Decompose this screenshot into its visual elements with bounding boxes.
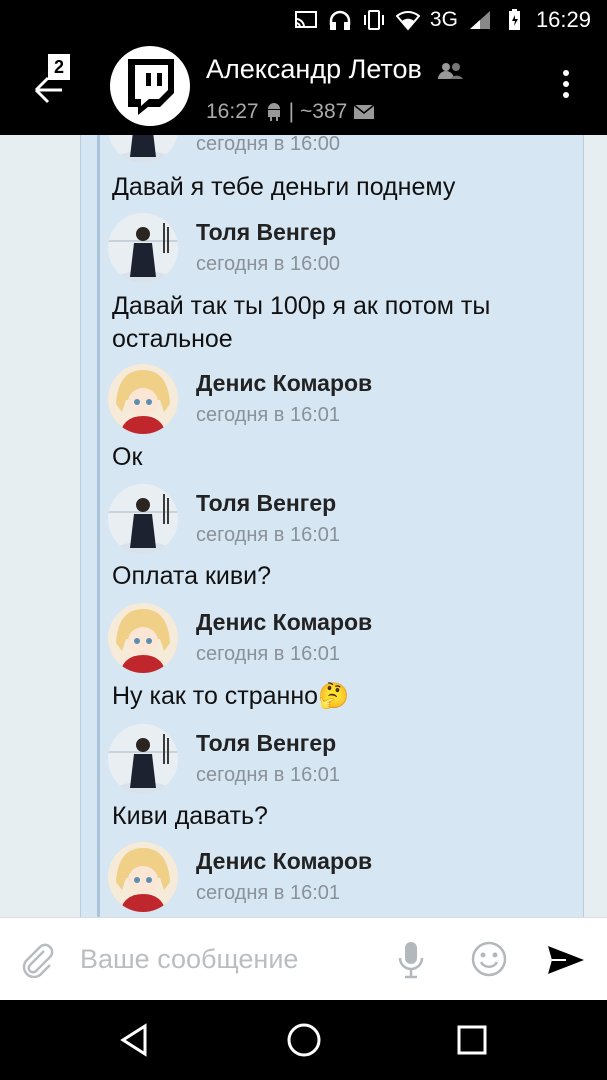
attach-icon[interactable] [20, 942, 54, 978]
message-text: Ок [112, 443, 143, 471]
wifi-icon [395, 11, 420, 31]
smile-icon[interactable] [470, 940, 508, 978]
more-icon[interactable] [561, 70, 571, 106]
avatar[interactable] [108, 724, 178, 794]
message-author[interactable]: Толя Венгер [196, 730, 336, 757]
system-nav-bar [0, 1000, 607, 1080]
cast-icon [294, 11, 317, 28]
message-author[interactable]: Толя Венгер [196, 219, 336, 246]
message-header: Денис Комаров сегодня в 16:01 [108, 603, 568, 675]
message-timestamp: сегодня в 16:00 [196, 135, 340, 155]
nav-home-icon[interactable] [284, 1020, 324, 1060]
message-composer: Ваше сообщение [0, 917, 607, 1000]
message-header: Толя Венгер сегодня в 16:01 [108, 724, 568, 796]
message-timestamp: сегодня в 16:01 [196, 524, 340, 546]
twitch-logo-icon [128, 59, 174, 115]
mail-icon [353, 104, 375, 119]
status-icons: 3G 16:29 [294, 6, 591, 34]
message-author[interactable]: Денис Комаров [196, 370, 372, 397]
nav-recents-icon[interactable] [452, 1020, 492, 1060]
message-timestamp: сегодня в 16:01 [196, 404, 340, 426]
chat-header: 2 Александр Летов 16:27 | ~387 [0, 40, 607, 135]
message-timestamp: сегодня в 16:01 [196, 882, 340, 904]
chat-avatar[interactable] [110, 46, 190, 126]
message-input[interactable]: Ваше сообщение [80, 944, 298, 975]
forward-line [97, 135, 100, 917]
message-header: Толя Венгер сегодня в 16:01 [108, 484, 568, 556]
chat-title-text: Александр Летов [206, 54, 422, 84]
message-text: Оплата киви? [112, 562, 271, 590]
message-count: ~387 [300, 100, 348, 123]
signal-icon [469, 11, 490, 29]
message-text: Давай я тебе деньги поднему [112, 173, 456, 201]
message-timestamp: сегодня в 16:01 [196, 764, 340, 786]
avatar[interactable] [108, 213, 178, 283]
chat-title[interactable]: Александр Летов [206, 54, 465, 85]
vibrate-icon [363, 10, 384, 30]
nav-back-icon[interactable] [115, 1020, 155, 1060]
message-header: Денис Комаров сегодня в 16:01 [108, 364, 568, 436]
subtitle-separator: | [288, 100, 295, 123]
chat-area[interactable]: сегодня в 16:00 Давай я тебе деньги подн… [0, 135, 607, 917]
avatar[interactable] [108, 603, 178, 673]
message-header: Денис Комаров сегодня в 16:01 [108, 842, 568, 914]
message-author[interactable]: Денис Комаров [196, 609, 372, 636]
message-header: Толя Венгер сегодня в 16:00 [108, 213, 568, 285]
message-text: Ну как то странно🤔 [112, 682, 350, 710]
mic-icon[interactable] [396, 940, 426, 980]
message-timestamp: сегодня в 16:01 [196, 643, 340, 665]
last-seen: 16:27 [206, 100, 259, 123]
status-bar: 3G 16:29 [0, 0, 607, 40]
send-icon[interactable] [546, 942, 586, 978]
message-author[interactable]: Толя Венгер [196, 490, 336, 517]
headphones-icon [329, 10, 351, 30]
unread-badge: 2 [48, 54, 70, 80]
group-icon [438, 62, 464, 79]
avatar[interactable] [108, 135, 178, 163]
avatar[interactable] [108, 842, 178, 912]
android-icon [267, 103, 280, 121]
message-timestamp: сегодня в 16:00 [196, 253, 340, 275]
avatar[interactable] [108, 364, 178, 434]
clock: 16:29 [535, 7, 591, 32]
message-author[interactable]: Денис Комаров [196, 848, 372, 875]
network-type: 3G [429, 8, 458, 31]
battery-icon [508, 9, 520, 30]
chat-subtitle: 16:27 | ~387 [206, 100, 375, 124]
message-text: Давай так ты 100р я ак потом ты остально… [112, 292, 491, 353]
avatar[interactable] [108, 484, 178, 554]
message-text: Киви давать? [112, 802, 268, 830]
message-header: сегодня в 16:00 [108, 135, 568, 165]
back-button[interactable]: 2 [22, 52, 82, 112]
